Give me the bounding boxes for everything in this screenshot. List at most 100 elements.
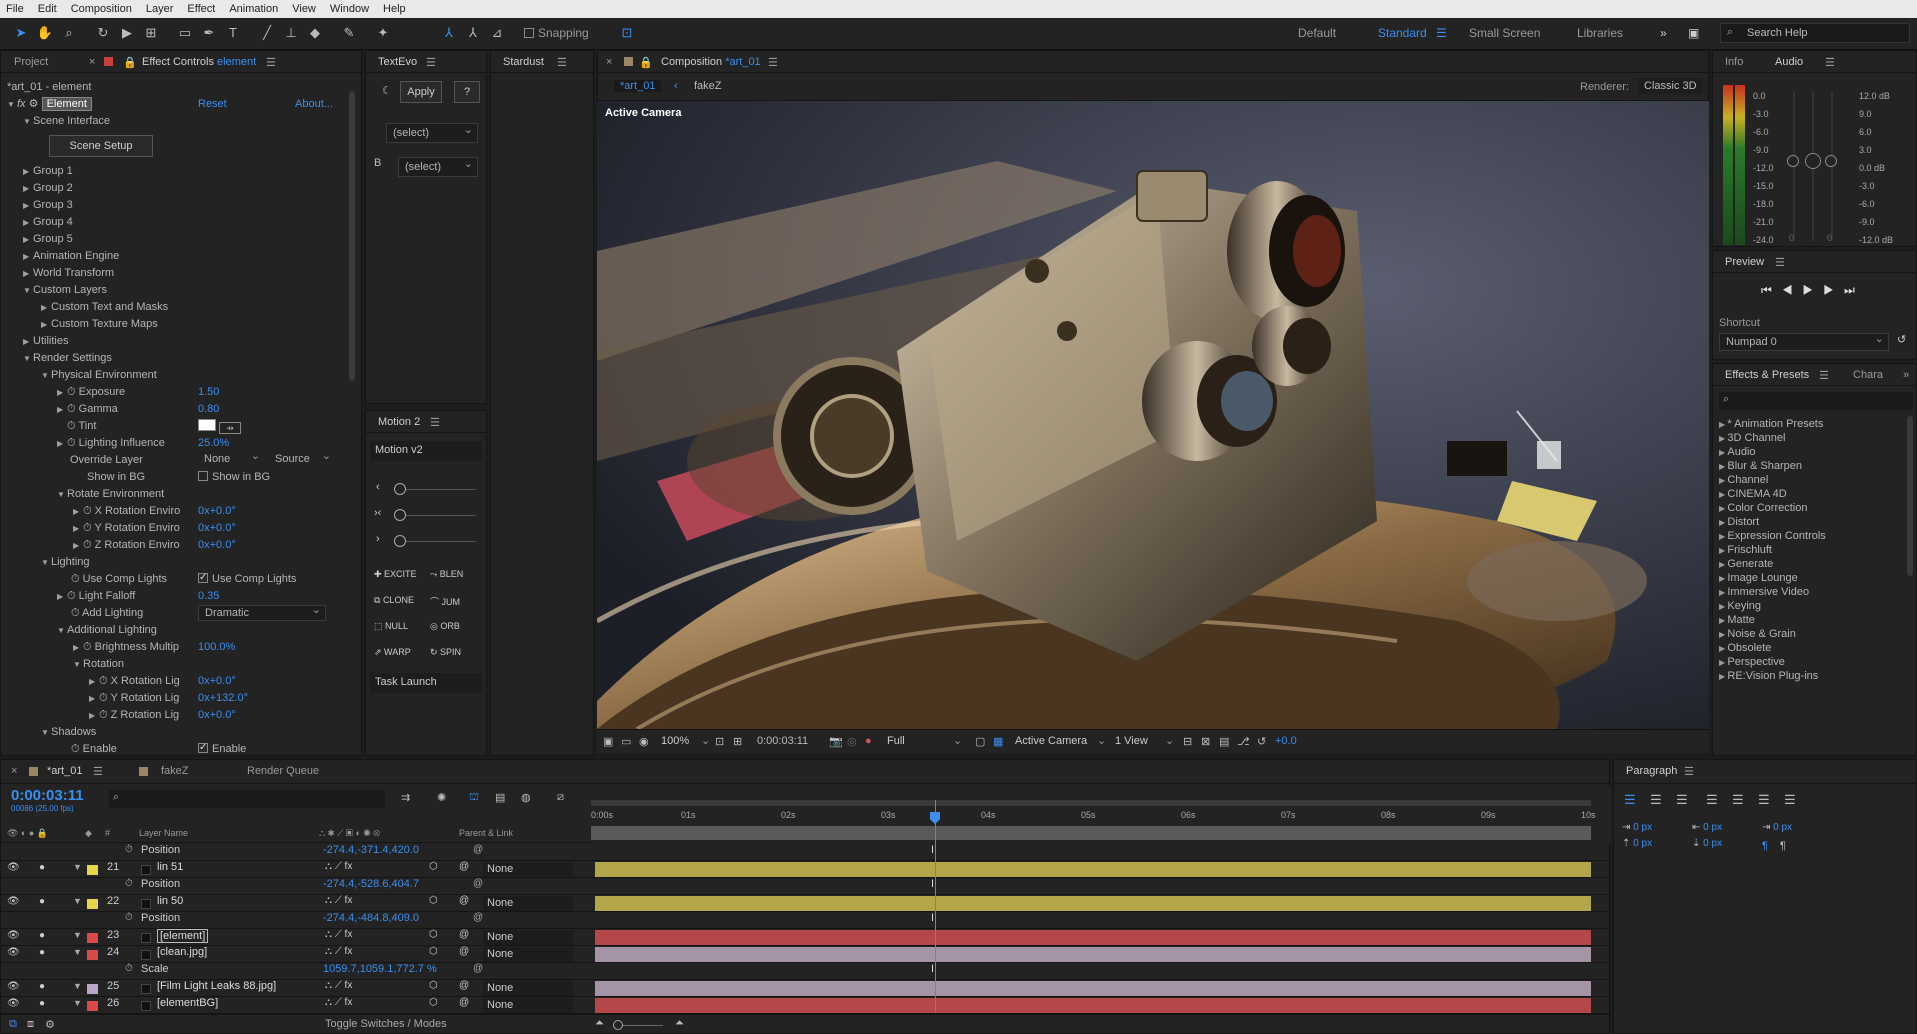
keyframe-icon[interactable]: I	[931, 878, 934, 890]
menu-file[interactable]: File	[6, 3, 24, 15]
layer-switches-icon[interactable]: ⛬ ⟋ fx	[325, 980, 352, 991]
scene-setup-button[interactable]: Scene Setup	[49, 135, 153, 157]
task-launch-button[interactable]: Task Launch	[370, 673, 482, 693]
audio-slider-left[interactable]	[1787, 155, 1799, 167]
menu-help[interactable]: Help	[383, 3, 406, 15]
flowchart-icon[interactable]: ⎇	[1237, 735, 1250, 748]
layer-duration-bar[interactable]	[595, 998, 1591, 1013]
rotate-tool-icon[interactable]: ↻	[94, 24, 112, 42]
align-center-icon[interactable]: ☰	[1650, 792, 1662, 808]
tab-motion[interactable]: Motion 2	[378, 416, 420, 428]
effects-category-item[interactable]: ▶ Color Correction	[1719, 502, 1807, 514]
group-4[interactable]: ▶ Group 4	[23, 214, 73, 230]
custom-texture-maps-group[interactable]: ▶ Custom Texture Maps	[41, 316, 158, 332]
group-5[interactable]: ▶ Group 5	[23, 231, 73, 247]
tab-character[interactable]: Chara	[1853, 369, 1883, 381]
y-rotation-env-value[interactable]: 0x+0.0°	[198, 520, 236, 536]
layer-switches-icon[interactable]: ⛬ ⟋ fx	[325, 861, 352, 872]
solo-dot-icon[interactable]: ●	[39, 981, 45, 992]
use-comp-lights-checkbox[interactable]: Use Comp Lights	[198, 570, 296, 587]
effects-category-item[interactable]: ▶ Frischluft	[1719, 544, 1772, 556]
parent-dropdown[interactable]: None	[483, 998, 573, 1013]
scrollbar[interactable]	[349, 91, 355, 381]
shadows-group[interactable]: ▼ Shadows	[41, 724, 96, 740]
grid-icon[interactable]: ⊞	[733, 735, 742, 748]
stopwatch-icon[interactable]: ⏱	[125, 963, 133, 974]
spin-button[interactable]: ↻ SPIN	[430, 647, 461, 658]
add-lighting-dropdown[interactable]: Dramatic	[198, 603, 326, 621]
visibility-eye-icon[interactable]: 👁	[7, 981, 20, 992]
show-snapshot-icon[interactable]: ◎	[847, 735, 857, 748]
expand-arrow-icon[interactable]: ▼	[73, 981, 82, 991]
hand-tool-icon[interactable]: ✋	[36, 24, 54, 42]
tab-composition[interactable]: Composition *art_01	[661, 56, 761, 68]
layer-row[interactable]: 👁 ● ▼ 24 [clean.jpg] ⛬ ⟋ fx ⬡ @ None	[1, 946, 1611, 963]
layer-row[interactable]: 👁 ● ▼ 21 lin 51 ⛬ ⟋ fx ⬡ @ None	[1, 861, 1611, 878]
layer-switches-icon[interactable]: ⛬ ⟋ fx	[325, 929, 352, 940]
textevo-select-1[interactable]: (select)	[386, 121, 478, 143]
pick-whip-icon[interactable]: @	[459, 895, 469, 906]
view-layout-dropdown[interactable]: 1 View	[1115, 735, 1148, 747]
stopwatch-icon[interactable]: ⏱	[125, 912, 133, 923]
effects-category-item[interactable]: ▶ RE:Vision Plug-ins	[1719, 670, 1818, 682]
expand-arrow-icon[interactable]: ▼	[73, 862, 82, 872]
resolution-dropdown[interactable]: Full	[887, 735, 905, 747]
timeline-search-field[interactable]: ⌕	[109, 790, 385, 808]
lock-icon[interactable]: 🔒	[123, 56, 137, 69]
scrollbar[interactable]	[1907, 416, 1913, 576]
layer-label-color[interactable]	[87, 899, 98, 909]
property-row[interactable]: ⏱ Scale 1059.7,1059.1,772.7 % @ I	[1, 963, 1611, 980]
visibility-eye-icon[interactable]: 👁	[7, 862, 20, 873]
layer-name-header[interactable]: Layer Name	[139, 828, 188, 838]
effects-category-item[interactable]: ▶ Audio	[1719, 446, 1756, 458]
pick-whip-icon[interactable]: @	[459, 997, 469, 1008]
layer-duration-bar[interactable]	[595, 930, 1591, 945]
pan-behind-tool-icon[interactable]: ⊞	[142, 24, 160, 42]
effect-name[interactable]: Element	[41, 97, 92, 111]
more-tabs-icon[interactable]: »	[1903, 369, 1909, 381]
breadcrumb-fakez[interactable]: fakeZ	[694, 80, 722, 92]
rtl-direction-icon[interactable]: ¶	[1780, 840, 1786, 852]
panel-menu-icon[interactable]: ☰	[768, 56, 778, 69]
effects-category-item[interactable]: ▶ Image Lounge	[1719, 572, 1798, 584]
effects-category-item[interactable]: ▶ Matte	[1719, 614, 1755, 626]
frame-blending-icon[interactable]: ▤	[495, 791, 505, 804]
layer-label-color[interactable]	[87, 1001, 98, 1011]
panel-menu-icon[interactable]: ☰	[1819, 369, 1829, 382]
renderer-value[interactable]: Classic 3D	[1638, 78, 1703, 94]
pick-whip-icon[interactable]: @	[473, 912, 483, 923]
layer-name[interactable]: [Film Light Leaks 88.jpg]	[157, 980, 276, 992]
solo-dot-icon[interactable]: ●	[39, 862, 45, 873]
menu-edit[interactable]: Edit	[38, 3, 57, 15]
play-icon[interactable]: ▶	[1803, 283, 1824, 297]
parent-dropdown[interactable]: None	[483, 981, 573, 996]
snapping-toggle[interactable]: Snapping	[524, 26, 589, 40]
align-right-icon[interactable]: ☰	[1676, 792, 1688, 808]
z-rotation-env-value[interactable]: 0x+0.0°	[198, 537, 236, 553]
workspace-menu-icon[interactable]: ☰	[1436, 26, 1447, 40]
property-value[interactable]: -274.4,-371.4,420.0	[323, 844, 419, 856]
always-preview-icon[interactable]: ▣	[603, 735, 613, 748]
clone-stamp-tool-icon[interactable]: ⊥	[282, 24, 300, 42]
rectangle-tool-icon[interactable]: ▭	[176, 24, 194, 42]
zoom-out-icon[interactable]: ⏶	[595, 1017, 604, 1030]
brush-tool-icon[interactable]: ╱	[258, 24, 276, 42]
layer-label-color[interactable]	[87, 950, 98, 960]
custom-text-masks-group[interactable]: ▶ Custom Text and Masks	[41, 299, 168, 315]
solo-dot-icon[interactable]: ●	[39, 896, 45, 907]
jump-button[interactable]: ⌒ JUM	[430, 595, 460, 608]
menu-window[interactable]: Window	[330, 3, 369, 15]
override-layer-dropdown[interactable]: None	[198, 449, 264, 468]
breadcrumb-art01[interactable]: *art_01	[614, 80, 662, 92]
work-area-bar[interactable]	[591, 800, 1591, 806]
layer-label-color[interactable]	[87, 984, 98, 994]
3d-layer-icon[interactable]: ⬡	[429, 861, 438, 872]
stopwatch-icon[interactable]: ⏱	[125, 844, 133, 855]
next-frame-icon[interactable]: ▶	[1823, 283, 1844, 297]
pick-whip-icon[interactable]: @	[473, 963, 483, 974]
stopwatch-icon[interactable]: ⏱	[125, 878, 133, 889]
group-2[interactable]: ▶ Group 2	[23, 180, 73, 196]
pen-tool-icon[interactable]: ✒	[200, 24, 218, 42]
scene-interface-group[interactable]: ▼ Scene Interface	[23, 113, 110, 129]
work-area-range[interactable]	[591, 826, 1591, 840]
